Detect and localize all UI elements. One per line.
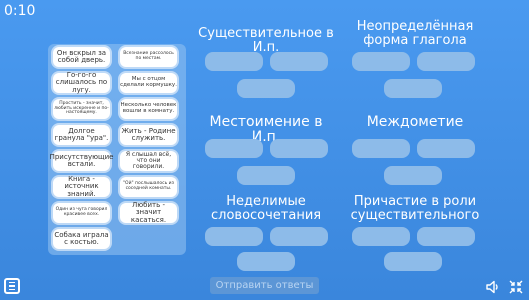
drop-slot[interactable]: [352, 52, 410, 71]
card[interactable]: Я слышал всё, что они говорили.: [120, 151, 177, 171]
drop-slot[interactable]: [384, 166, 442, 185]
drop-slot[interactable]: [270, 52, 328, 71]
drop-slot[interactable]: [384, 79, 442, 98]
drop-slot[interactable]: [205, 52, 263, 71]
drop-slot[interactable]: [417, 139, 475, 158]
card[interactable]: Один из чуга говорил красивее всех.: [53, 203, 110, 223]
submit-button[interactable]: Отправить ответы: [210, 277, 319, 294]
drop-slot[interactable]: [352, 139, 410, 158]
timer: 0:10: [4, 3, 36, 19]
category-title: Неделимые словосочетания: [211, 194, 322, 224]
drop-slot[interactable]: [417, 52, 475, 71]
card[interactable]: Собака играла с костью.: [53, 229, 110, 249]
category-title: Междометие: [366, 114, 464, 130]
card[interactable]: Присутствующие встали.: [50, 151, 113, 171]
card[interactable]: Он вскрыл за собой дверь.: [53, 47, 110, 67]
card[interactable]: Мы с отцом сделали кормушку.: [120, 73, 177, 93]
drop-slot[interactable]: [417, 227, 475, 246]
collapse-icon[interactable]: [508, 279, 524, 295]
card[interactable]: "Ой" послышалось из соседней комнаты.: [120, 177, 177, 197]
menu-icon[interactable]: [4, 278, 20, 294]
card[interactable]: Долгое гранула "ура".: [53, 125, 110, 145]
card[interactable]: Простить - значит, любить искренне и по-…: [53, 99, 110, 119]
category-title: Неопределённая форма глагола: [356, 19, 474, 49]
drop-slot[interactable]: [384, 252, 442, 271]
drop-slot[interactable]: [237, 79, 295, 98]
card[interactable]: Любить - значит касаться.: [120, 201, 177, 223]
card[interactable]: Всезнание рассолось по местам.: [120, 47, 177, 67]
speaker-icon[interactable]: [485, 279, 501, 295]
drop-slot[interactable]: [205, 227, 263, 246]
drop-slot[interactable]: [237, 166, 295, 185]
drop-slot[interactable]: [270, 139, 328, 158]
drop-slot[interactable]: [237, 252, 295, 271]
drop-slot[interactable]: [205, 139, 263, 158]
card[interactable]: Жить - Родине служить.: [120, 125, 177, 145]
card[interactable]: Го-го-го слишалось по лугу.: [53, 71, 110, 93]
card[interactable]: Несколько человек вошли в комнату.: [120, 99, 177, 119]
drop-slot[interactable]: [270, 227, 328, 246]
category-title: Причастие в роли существительного: [350, 194, 480, 224]
card[interactable]: Книга - источник знаний.: [53, 175, 110, 197]
drop-slot[interactable]: [352, 227, 410, 246]
